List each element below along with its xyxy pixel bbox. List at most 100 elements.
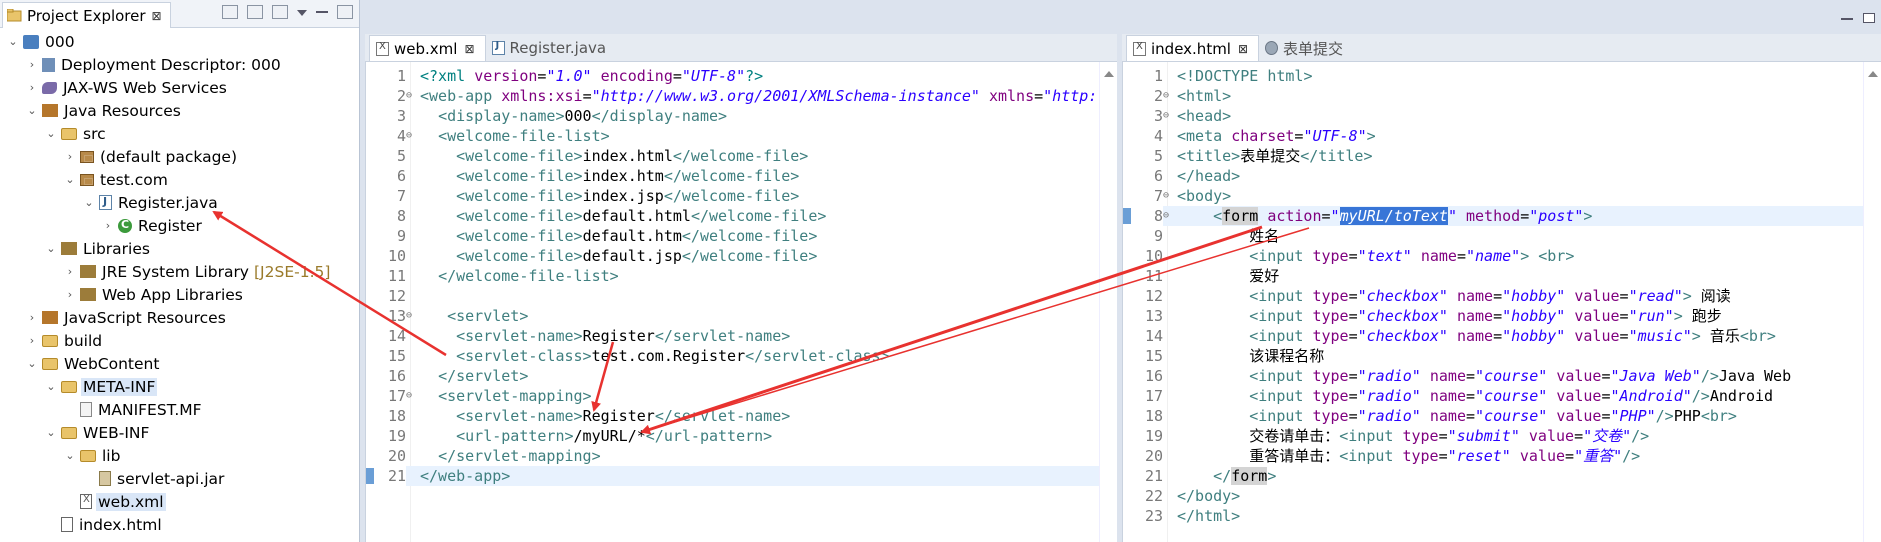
scroll-up-icon[interactable] [1104, 66, 1114, 77]
code-line[interactable]: 8 ⊖ <form action="myURL/toText" method="p… [1123, 206, 1863, 226]
code-line[interactable]: 14 <servlet-name>Register</servlet-name> [376, 326, 1099, 346]
tree-item[interactable]: ⌄ Java Resources [0, 99, 359, 122]
code-line[interactable]: 7 <welcome-file>index.jsp</welcome-file> [376, 186, 1099, 206]
tree-item[interactable]: › build [0, 329, 359, 352]
code-line[interactable]: 18 <servlet-name>Register</servlet-name> [376, 406, 1099, 426]
code-line[interactable]: 9 <welcome-file>default.htm</welcome-fil… [376, 226, 1099, 246]
tree-item[interactable]: web.xml [0, 490, 359, 513]
tree-item[interactable]: ⌄ src [0, 122, 359, 145]
tree-item[interactable]: ⌄ lib [0, 444, 359, 467]
view-menu-icon[interactable] [297, 10, 307, 21]
code-lines[interactable]: 1 <?xml version="1.0" encoding="UTF-8"?> 2… [366, 66, 1099, 486]
expand-toggle-icon[interactable]: › [25, 334, 39, 347]
code-line[interactable]: 6 </head> [1133, 166, 1863, 186]
tree-item[interactable]: › JavaScript Resources [0, 306, 359, 329]
code-line[interactable]: 17 ⊖ <servlet-mapping> [376, 386, 1099, 406]
code-line[interactable]: 15 该课程名称 [1133, 346, 1863, 366]
code-line[interactable]: 2 ⊖ <html> [1133, 86, 1863, 106]
tree-item[interactable]: ⌄ WEB-INF [0, 421, 359, 444]
fold-toggle-icon[interactable]: ⊖ [406, 306, 420, 326]
close-icon[interactable]: ⊠ [152, 9, 162, 23]
code-line[interactable]: 7 ⊖ <body> [1133, 186, 1863, 206]
code-line[interactable]: 1 <!DOCTYPE html> [1133, 66, 1863, 86]
code-line[interactable]: 20 重答请单击：<input type="reset" value="重答"/… [1133, 446, 1863, 466]
tree-item[interactable]: ⌄ test.com [0, 168, 359, 191]
code-line[interactable]: 21 </form> [1133, 466, 1863, 486]
expand-toggle-icon[interactable]: ⌄ [25, 104, 39, 117]
code-line[interactable]: 3 ⊖ <head> [1133, 106, 1863, 126]
code-line[interactable]: 20 </servlet-mapping> [376, 446, 1099, 466]
code-line[interactable]: 4 <meta charset="UTF-8"> [1133, 126, 1863, 146]
code-line[interactable]: 18 <input type="radio" name="course" val… [1133, 406, 1863, 426]
code-line[interactable]: 14 <input type="checkbox" name="hobby" v… [1133, 326, 1863, 346]
expand-toggle-icon[interactable]: › [25, 81, 39, 94]
code-line[interactable]: 13 <input type="checkbox" name="hobby" v… [1133, 306, 1863, 326]
code-line[interactable]: 19 交卷请单击：<input type="submit" value="交卷"… [1133, 426, 1863, 446]
collapse-all-icon[interactable] [222, 5, 238, 19]
tree-item[interactable]: › JRE System Library [J2SE-1.5] [0, 260, 359, 283]
tab-project-explorer[interactable]: Project Explorer ⊠ [2, 2, 171, 28]
expand-toggle-icon[interactable]: › [63, 150, 77, 163]
expand-toggle-icon[interactable]: › [63, 265, 77, 278]
vertical-scrollbar[interactable] [1863, 62, 1881, 542]
expand-toggle-icon[interactable]: › [101, 219, 115, 232]
tree-item[interactable]: › JAX-WS Web Services [0, 76, 359, 99]
expand-toggle-icon[interactable]: ⌄ [82, 196, 96, 209]
expand-toggle-icon[interactable]: › [63, 288, 77, 301]
editor-tab[interactable]: index.html ⊠ [1126, 35, 1260, 61]
code-line[interactable]: 1 <?xml version="1.0" encoding="UTF-8"?> [376, 66, 1099, 86]
expand-toggle-icon[interactable]: ⌄ [25, 357, 39, 370]
editor-tab[interactable]: web.xml ⊠ [369, 35, 486, 61]
tree-item[interactable]: › (default package) [0, 145, 359, 168]
tree-item[interactable]: › Register [0, 214, 359, 237]
editor-body[interactable]: 1 <?xml version="1.0" encoding="UTF-8"?> 2… [365, 62, 1117, 542]
expand-toggle-icon[interactable]: ⌄ [44, 380, 58, 393]
expand-toggle-icon[interactable]: › [25, 58, 39, 71]
code-line[interactable]: 10 <welcome-file>default.jsp</welcome-fi… [376, 246, 1099, 266]
maximize-icon[interactable] [1863, 13, 1875, 23]
fold-toggle-icon[interactable]: ⊖ [406, 86, 420, 106]
tree-item[interactable]: ⌄ 000 [0, 30, 359, 53]
code-line[interactable]: 22 </body> [1133, 486, 1863, 506]
tree-item[interactable]: MANIFEST.MF [0, 398, 359, 421]
expand-toggle-icon[interactable]: › [25, 311, 39, 324]
tree-item[interactable]: ⌄ Libraries [0, 237, 359, 260]
expand-toggle-icon[interactable]: ⌄ [63, 173, 77, 186]
filter-icon[interactable] [272, 5, 288, 19]
expand-toggle-icon[interactable]: ⌄ [63, 449, 77, 462]
code-line[interactable]: 16 <input type="radio" name="course" val… [1133, 366, 1863, 386]
code-line[interactable]: 15 <servlet-class>test.com.Register</ser… [376, 346, 1099, 366]
code-line[interactable]: 13 ⊖ <servlet> [376, 306, 1099, 326]
tree-item[interactable]: ⌄ META-INF [0, 375, 359, 398]
scroll-up-icon[interactable] [1868, 66, 1878, 77]
code-line[interactable]: 3 <display-name>000</display-name> [376, 106, 1099, 126]
vertical-scrollbar[interactable] [1099, 62, 1117, 542]
fold-toggle-icon[interactable]: ⊖ [406, 386, 420, 406]
close-icon[interactable]: ⊠ [1238, 42, 1248, 56]
expand-toggle-icon[interactable]: ⌄ [44, 242, 58, 255]
maximize-icon[interactable] [337, 5, 353, 19]
fold-toggle-icon[interactable]: ⊖ [1163, 86, 1177, 106]
fold-toggle-icon[interactable]: ⊖ [406, 126, 420, 146]
code-line[interactable]: 12 <input type="checkbox" name="hobby" v… [1133, 286, 1863, 306]
tree-item[interactable]: ⌄ Register.java [0, 191, 359, 214]
editor-tab[interactable]: 表单提交 [1259, 35, 1353, 61]
expand-toggle-icon[interactable]: ⌄ [44, 426, 58, 439]
link-with-editor-icon[interactable] [247, 5, 263, 19]
code-line[interactable]: 2 ⊖ <web-app xmlns:xsi="http://www.w3.org/… [376, 86, 1099, 106]
expand-toggle-icon[interactable]: ⌄ [6, 35, 20, 48]
code-line[interactable]: 23 </html> [1133, 506, 1863, 526]
minimize-icon[interactable] [1841, 18, 1853, 21]
code-line[interactable]: 5 <title>表单提交</title> [1133, 146, 1863, 166]
tree-item[interactable]: › Web App Libraries [0, 283, 359, 306]
code-line[interactable]: 17 <input type="radio" name="course" val… [1133, 386, 1863, 406]
fold-toggle-icon[interactable]: ⊖ [1163, 206, 1177, 226]
code-line[interactable]: 12 [376, 286, 1099, 306]
code-line[interactable]: 11 </welcome-file-list> [376, 266, 1099, 286]
code-line[interactable]: 4 ⊖ <welcome-file-list> [376, 126, 1099, 146]
tree-item[interactable]: ⌄ WebContent [0, 352, 359, 375]
fold-toggle-icon[interactable]: ⊖ [1163, 186, 1177, 206]
tree-item[interactable]: index.html [0, 513, 359, 536]
editor-body[interactable]: 1 <!DOCTYPE html> 2 ⊖ <html> 3 ⊖ <head> 4 <meta c… [1122, 62, 1881, 542]
fold-toggle-icon[interactable]: ⊖ [1163, 106, 1177, 126]
